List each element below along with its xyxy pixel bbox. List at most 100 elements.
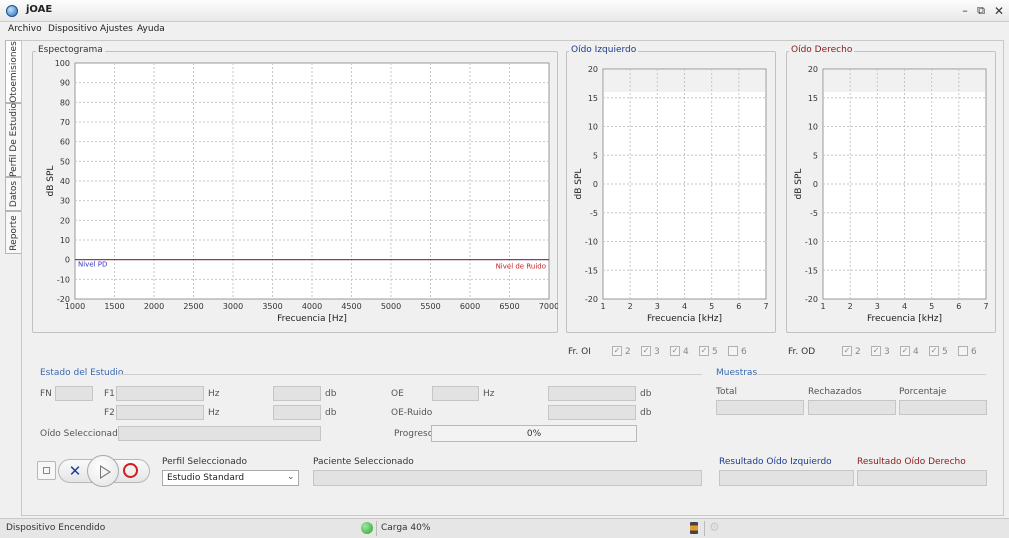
x-tick-label: 5500: [420, 302, 440, 311]
stop-button[interactable]: [37, 461, 56, 480]
checkbox-label: 5: [942, 346, 948, 357]
y-tick-label: 90: [60, 79, 70, 88]
freq-left-checkboxes: ✓ 2 ✓ 3 ✓ 4 ✓ 5 6: [612, 346, 752, 360]
tab-datos[interactable]: Datos: [5, 177, 21, 211]
y-axis-label: dB SPL: [574, 169, 584, 200]
menu-ayuda[interactable]: Ayuda: [137, 24, 165, 34]
checkbox-label: 2: [625, 346, 631, 357]
freq-checkbox-3[interactable]: ✓ 3: [871, 346, 890, 357]
study-status-legend: Estado del Estudio: [40, 368, 124, 378]
checkbox-label: 6: [971, 346, 977, 357]
f1-db-unit: db: [325, 389, 337, 399]
status-separator-2: [704, 521, 705, 536]
tab-perfil-de-estudio[interactable]: Perfil De Estudio: [5, 103, 21, 177]
y-tick-label: 0: [593, 180, 598, 189]
oe-noise-db-field: [548, 405, 636, 420]
y-tick-label: 15: [588, 94, 598, 103]
left-result-label: Resultado Oído Izquierdo: [719, 457, 832, 467]
y-tick-label: 30: [60, 197, 70, 206]
x-tick-label: 4500: [341, 302, 361, 311]
x-tick-label: 7: [763, 302, 768, 311]
cancel-button[interactable]: ✕: [65, 461, 85, 481]
y-tick-label: -15: [585, 266, 598, 275]
freq-checkbox-2[interactable]: ✓ 2: [842, 346, 861, 357]
total-label: Total: [716, 387, 738, 397]
patient-label: Paciente Seleccionado: [313, 457, 414, 467]
y-tick-label: -10: [585, 238, 598, 247]
percentage-field: [899, 400, 987, 415]
menu-ajustes[interactable]: Ajustes: [100, 24, 133, 34]
status-separator: [376, 521, 377, 536]
x-tick-label: 7: [983, 302, 988, 311]
rejected-field: [808, 400, 896, 415]
checkbox-icon: ✓: [871, 346, 881, 356]
left-result-field: [719, 470, 854, 486]
freq-checkbox-5[interactable]: ✓ 5: [699, 346, 718, 357]
battery-ok-icon: [361, 522, 373, 534]
freq-checkbox-4[interactable]: ✓ 4: [900, 346, 919, 357]
x-axis-label: Frecuencia [kHz]: [647, 314, 722, 324]
progress-label: Progreso: [394, 429, 434, 439]
percentage-label: Porcentaje: [899, 387, 947, 397]
freq-checkbox-3[interactable]: ✓ 3: [641, 346, 660, 357]
freq-left-label: Fr. OI: [568, 347, 591, 357]
spectrogram-chart: 1000 1500 2000 2500 3000 3500 4000 4500 5000 5500…: [46, 59, 558, 324]
title-bar: jOAE – ⧉ ✕: [0, 0, 1009, 22]
oe-noise-db-unit: db: [640, 408, 652, 418]
selected-ear-label: Oído Seleccionado: [40, 429, 124, 439]
checkbox-label: 3: [884, 346, 890, 357]
x-tick-label: 6: [736, 302, 741, 311]
play-button[interactable]: [87, 455, 119, 487]
x-tick-label: 2500: [183, 302, 203, 311]
y-tick-label: -5: [590, 209, 598, 218]
f2-db-field: [273, 405, 321, 420]
profile-select-value: Estudio Standard: [167, 473, 245, 483]
x-tick-label: 3000: [223, 302, 243, 311]
y-tick-label: 100: [55, 59, 70, 68]
checkbox-icon: ✓: [641, 346, 651, 356]
y-tick-label: 70: [60, 118, 70, 127]
y-tick-label: 0: [813, 180, 818, 189]
y-tick-label: 5: [593, 151, 598, 160]
profile-select[interactable]: Estudio Standard ⌄: [162, 470, 299, 486]
f1-hz-field: [116, 386, 204, 401]
y-tick-label: -10: [57, 275, 70, 284]
minimize-icon[interactable]: –: [957, 3, 973, 19]
tab-reporte[interactable]: Reporte: [5, 211, 21, 254]
x-tick-label: 5: [929, 302, 934, 311]
progress-bar: 0%: [431, 425, 637, 442]
y-tick-label: 40: [60, 177, 70, 186]
y-tick-label: -10: [805, 238, 818, 247]
freq-checkbox-4[interactable]: ✓ 4: [670, 346, 689, 357]
fn-label: FN: [40, 389, 52, 399]
freq-checkbox-2[interactable]: ✓ 2: [612, 346, 631, 357]
y-tick-label: 50: [60, 157, 70, 166]
close-icon[interactable]: ✕: [991, 3, 1007, 19]
window-title: jOAE: [26, 4, 53, 15]
freq-checkbox-5[interactable]: ✓ 5: [929, 346, 948, 357]
restore-icon[interactable]: ⧉: [973, 3, 989, 19]
x-tick-label: 1500: [104, 302, 124, 311]
oe-hz-field: [432, 386, 479, 401]
menu-bar: Archivo Dispositivo Ajustes Ayuda: [0, 22, 1009, 38]
y-tick-label: -15: [805, 266, 818, 275]
menu-dispositivo[interactable]: Dispositivo: [48, 24, 97, 34]
y-tick-label: -20: [585, 295, 598, 304]
y-tick-label: 20: [60, 216, 70, 225]
profile-label: Perfil Seleccionado: [162, 457, 248, 467]
x-tick-label: 4000: [302, 302, 322, 311]
gear-icon[interactable]: ⚙: [709, 520, 720, 534]
f2-label: F2: [104, 408, 115, 418]
oe-db-unit: db: [640, 389, 652, 399]
x-axis-label: Frecuencia [Hz]: [277, 314, 347, 324]
samples-legend: Muestras: [716, 368, 758, 378]
menu-archivo[interactable]: Archivo: [8, 24, 42, 34]
freq-checkbox-6[interactable]: 6: [728, 346, 747, 357]
oe-db-field: [548, 386, 636, 401]
checkbox-icon: ✓: [612, 346, 622, 356]
f2-hz-unit: Hz: [208, 408, 220, 418]
tab-otoemisiones[interactable]: Otoemisiones: [5, 40, 21, 103]
left-ear-chart: 1 2 3 4 5 6 7 20 15 10 5 0 -5 -10 -15 -20 Frecuencia [kH…: [574, 65, 769, 324]
record-button[interactable]: [123, 463, 138, 478]
freq-checkbox-6[interactable]: 6: [958, 346, 977, 357]
